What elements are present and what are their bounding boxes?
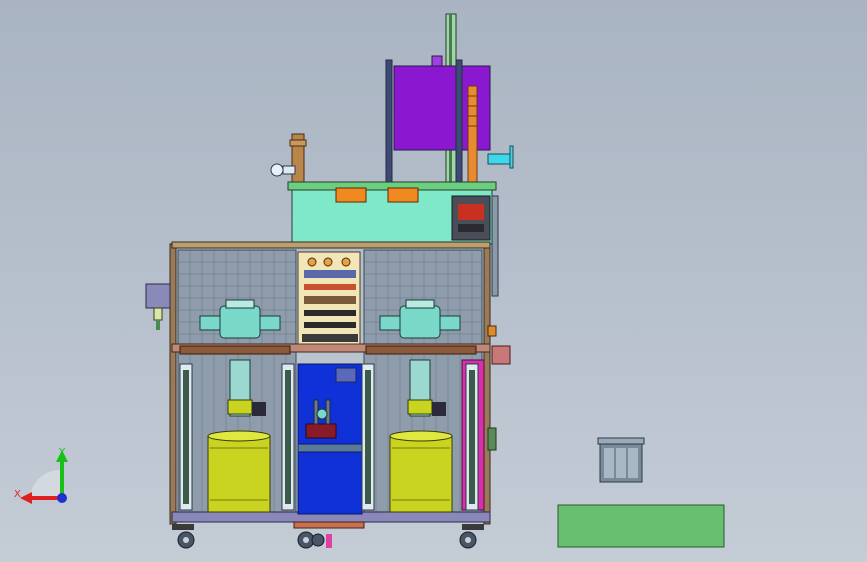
control-panel: [297, 251, 361, 345]
threaded-rod: [467, 85, 478, 191]
left-valve-block: [145, 283, 171, 330]
cad-viewport: Y X: [14, 13, 725, 549]
axis-y-label: Y: [58, 447, 66, 458]
axis-triad: Y X: [14, 447, 68, 504]
tank-left: [207, 430, 271, 513]
right-side-box: [487, 325, 511, 451]
green-rectangle: [557, 504, 725, 548]
detached-part: [597, 437, 645, 483]
tank-right: [389, 430, 453, 513]
blue-panel: [297, 363, 363, 515]
brass-nozzle: [270, 133, 307, 183]
axis-x-label: X: [14, 489, 21, 500]
casters: [172, 521, 484, 549]
cyan-bracket: [487, 145, 514, 169]
